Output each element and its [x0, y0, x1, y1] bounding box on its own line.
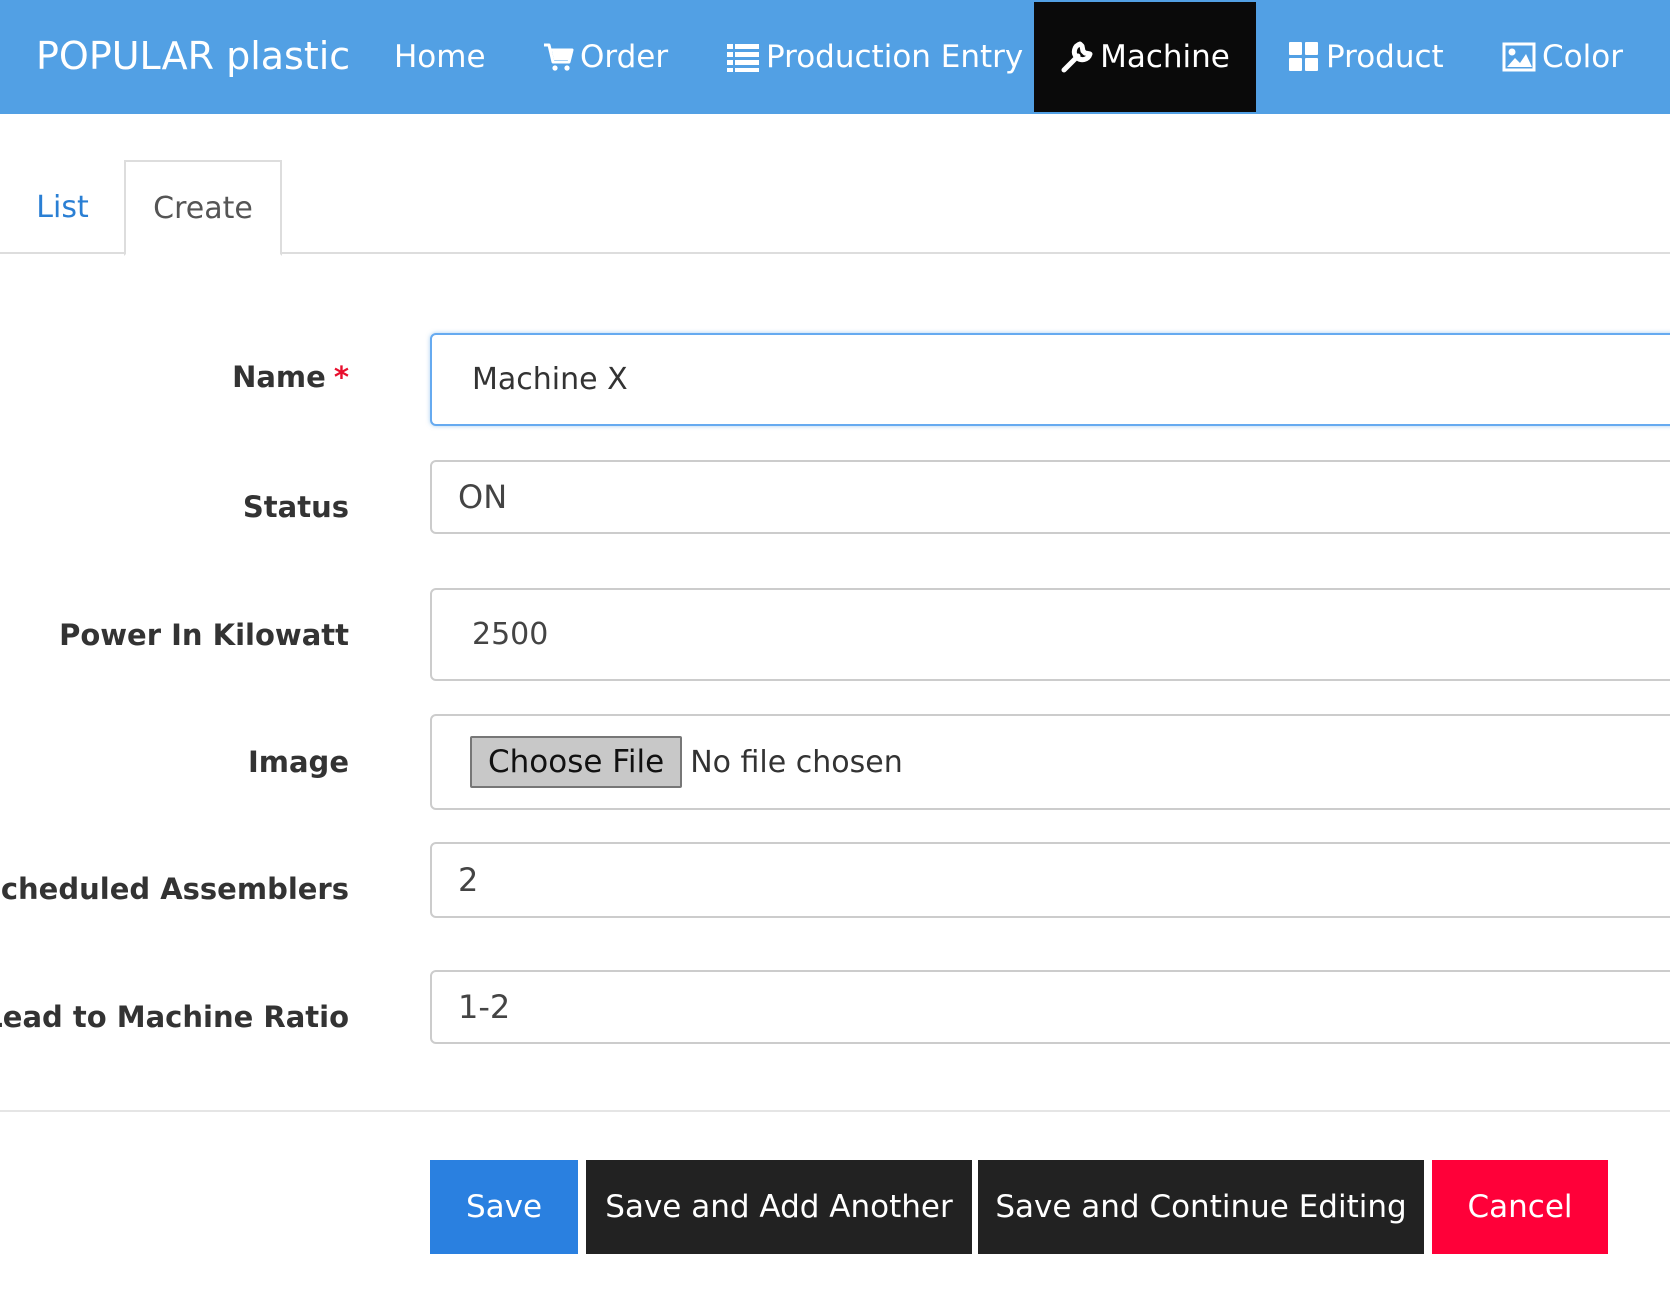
top-navbar: POPULAR plastic Home Order Production En… — [0, 0, 1670, 114]
ratio-input[interactable]: 1-2 — [430, 970, 1670, 1044]
form-divider — [0, 1110, 1670, 1112]
nav-item-production-entry[interactable]: Production Entry — [726, 0, 1023, 114]
nav-item-label: Production Entry — [766, 39, 1024, 75]
name-input-value: Machine X — [472, 362, 628, 397]
image-label: Image — [247, 745, 349, 779]
name-label: Name * — [232, 360, 349, 394]
nav-item-home[interactable]: Home — [394, 0, 486, 114]
save-and-continue-button[interactable]: Save and Continue Editing — [978, 1160, 1424, 1254]
image-file-input: Choose File No file chosen — [430, 714, 1670, 810]
save-and-add-another-button[interactable]: Save and Add Another — [586, 1160, 972, 1254]
cart-icon — [542, 41, 574, 73]
required-asterisk: * — [333, 360, 349, 394]
name-input[interactable]: Machine X — [430, 333, 1670, 426]
nav-item-label: Order — [580, 39, 669, 75]
file-status-text: No file chosen — [690, 744, 903, 780]
ratio-label: Lead to Machine Ratio — [0, 1000, 349, 1034]
nav-item-label: Machine — [1100, 39, 1230, 75]
assemblers-input-value: 2 — [458, 861, 479, 899]
tab-list[interactable]: List — [0, 160, 125, 254]
status-select[interactable]: ON — [430, 460, 1670, 534]
brand-logo[interactable]: POPULAR plastic — [36, 34, 350, 78]
power-input[interactable]: 2500 — [430, 588, 1670, 681]
status-label: Status — [242, 490, 349, 524]
cancel-button[interactable]: Cancel — [1432, 1160, 1608, 1254]
nav-item-label: Product — [1326, 39, 1444, 75]
assemblers-input[interactable]: 2 — [430, 842, 1670, 918]
status-select-value: ON — [458, 478, 508, 516]
nav-item-product[interactable]: Product — [1288, 0, 1444, 114]
name-label-text: Name — [232, 360, 326, 394]
list-icon — [726, 41, 760, 73]
image-icon — [1502, 42, 1536, 72]
nav-item-label: Color — [1542, 39, 1623, 75]
power-label: Power In Kilowatt — [59, 618, 349, 652]
choose-file-button[interactable]: Choose File — [470, 736, 683, 788]
wrench-icon — [1060, 40, 1094, 74]
ratio-input-value: 1-2 — [458, 988, 511, 1026]
nav-item-machine[interactable]: Machine — [1034, 2, 1256, 112]
power-input-value: 2500 — [472, 617, 549, 652]
nav-item-order[interactable]: Order — [542, 0, 668, 114]
tab-create[interactable]: Create — [124, 160, 282, 256]
assemblers-label: Scheduled Assemblers — [0, 872, 349, 906]
nav-item-color[interactable]: Color — [1502, 0, 1623, 114]
grid-icon — [1288, 41, 1320, 73]
nav-item-label: Home — [394, 39, 486, 75]
save-button[interactable]: Save — [430, 1160, 578, 1254]
